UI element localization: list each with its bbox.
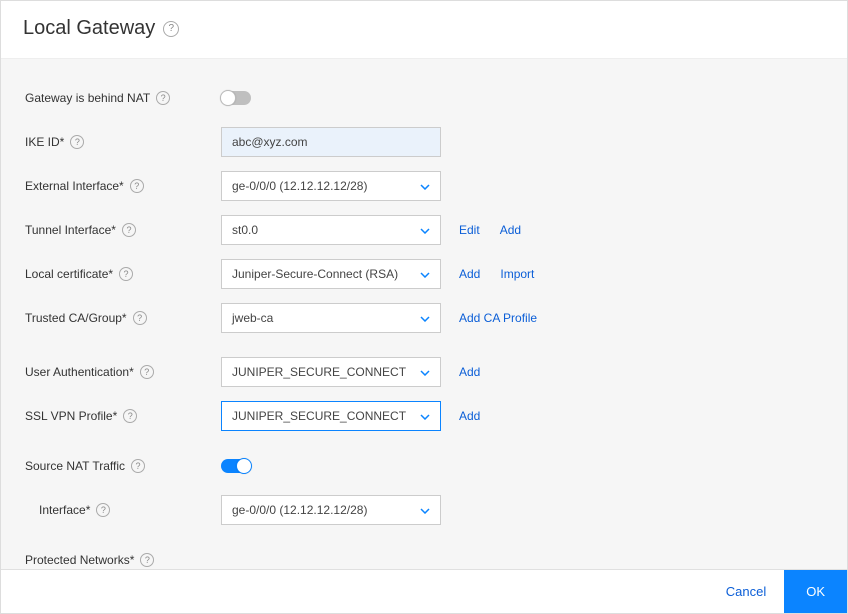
tunnel-add-link[interactable]: Add [500, 223, 521, 237]
interface-select[interactable]: ge-0/0/0 (12.12.12.12/28) [221, 495, 441, 525]
row-interface: Interface* ? ge-0/0/0 (12.12.12.12/28) [25, 495, 823, 525]
tunnel-iface-select[interactable]: st0.0 [221, 215, 441, 245]
help-icon[interactable]: ? [156, 91, 170, 105]
ike-id-value: abc@xyz.com [232, 135, 308, 149]
user-auth-value: JUNIPER_SECURE_CONNECT [232, 365, 406, 379]
label-ssl-vpn: SSL VPN Profile* [25, 409, 117, 423]
trusted-ca-value: jweb-ca [232, 311, 273, 325]
user-auth-select[interactable]: JUNIPER_SECURE_CONNECT [221, 357, 441, 387]
label-ext-iface: External Interface* [25, 179, 124, 193]
help-icon[interactable]: ? [163, 21, 179, 37]
row-protected: Protected Networks* ? [25, 545, 823, 569]
toggle-knob [236, 458, 252, 474]
help-icon[interactable]: ? [122, 223, 136, 237]
chevron-down-icon [420, 223, 430, 237]
chevron-down-icon [420, 409, 430, 423]
chevron-down-icon [420, 311, 430, 325]
label-source-nat: Source NAT Traffic [25, 459, 125, 473]
label-protected: Protected Networks* [25, 553, 134, 567]
trusted-ca-select[interactable]: jweb-ca [221, 303, 441, 333]
label-interface: Interface* [39, 503, 90, 517]
label-trusted-ca: Trusted CA/Group* [25, 311, 127, 325]
dialog-footer: Cancel OK [1, 569, 847, 613]
row-ike-id: IKE ID* ? abc@xyz.com [25, 127, 823, 157]
help-icon[interactable]: ? [123, 409, 137, 423]
chevron-down-icon [420, 179, 430, 193]
cancel-button[interactable]: Cancel [708, 570, 784, 613]
cert-add-link[interactable]: Add [459, 267, 480, 281]
gateway-nat-toggle[interactable] [221, 91, 251, 105]
label-ike-id: IKE ID* [25, 135, 64, 149]
interface-value: ge-0/0/0 (12.12.12.12/28) [232, 503, 367, 517]
chevron-down-icon [420, 503, 430, 517]
row-local-cert: Local certificate* ? Juniper-Secure-Conn… [25, 259, 823, 289]
label-local-cert: Local certificate* [25, 267, 113, 281]
help-icon[interactable]: ? [133, 311, 147, 325]
label-tunnel-iface: Tunnel Interface* [25, 223, 116, 237]
help-icon[interactable]: ? [70, 135, 84, 149]
label-gateway-nat: Gateway is behind NAT [25, 91, 150, 105]
ssl-vpn-select[interactable]: JUNIPER_SECURE_CONNECT [221, 401, 441, 431]
row-user-auth: User Authentication* ? JUNIPER_SECURE_CO… [25, 357, 823, 387]
row-ssl-vpn: SSL VPN Profile* ? JUNIPER_SECURE_CONNEC… [25, 401, 823, 431]
ike-id-input[interactable]: abc@xyz.com [221, 127, 441, 157]
tunnel-iface-value: st0.0 [232, 223, 258, 237]
chevron-down-icon [420, 365, 430, 379]
dialog-header: Local Gateway ? [1, 1, 847, 59]
row-ext-iface: External Interface* ? ge-0/0/0 (12.12.12… [25, 171, 823, 201]
ssl-vpn-value: JUNIPER_SECURE_CONNECT [232, 409, 406, 423]
toggle-knob [220, 90, 236, 106]
help-icon[interactable]: ? [140, 553, 154, 567]
dialog-body: Gateway is behind NAT ? IKE ID* ? abc@xy… [1, 59, 847, 569]
ssl-vpn-add-link[interactable]: Add [459, 409, 480, 423]
source-nat-toggle[interactable] [221, 459, 251, 473]
ok-button[interactable]: OK [784, 570, 847, 613]
page-title: Local Gateway [23, 17, 155, 40]
chevron-down-icon [420, 267, 430, 281]
local-cert-select[interactable]: Juniper-Secure-Connect (RSA) [221, 259, 441, 289]
row-trusted-ca: Trusted CA/Group* ? jweb-ca Add CA Profi… [25, 303, 823, 333]
ext-iface-select[interactable]: ge-0/0/0 (12.12.12.12/28) [221, 171, 441, 201]
help-icon[interactable]: ? [96, 503, 110, 517]
local-cert-value: Juniper-Secure-Connect (RSA) [232, 267, 398, 281]
help-icon[interactable]: ? [119, 267, 133, 281]
row-gateway-nat: Gateway is behind NAT ? [25, 83, 823, 113]
user-auth-add-link[interactable]: Add [459, 365, 480, 379]
cert-import-link[interactable]: Import [500, 267, 534, 281]
ext-iface-value: ge-0/0/0 (12.12.12.12/28) [232, 179, 367, 193]
row-tunnel-iface: Tunnel Interface* ? st0.0 Edit Add [25, 215, 823, 245]
help-icon[interactable]: ? [140, 365, 154, 379]
help-icon[interactable]: ? [131, 459, 145, 473]
tunnel-edit-link[interactable]: Edit [459, 223, 480, 237]
row-source-nat: Source NAT Traffic ? [25, 451, 823, 481]
local-gateway-dialog: Local Gateway ? Gateway is behind NAT ? … [0, 0, 848, 614]
help-icon[interactable]: ? [130, 179, 144, 193]
label-user-auth: User Authentication* [25, 365, 134, 379]
add-ca-profile-link[interactable]: Add CA Profile [459, 311, 537, 325]
